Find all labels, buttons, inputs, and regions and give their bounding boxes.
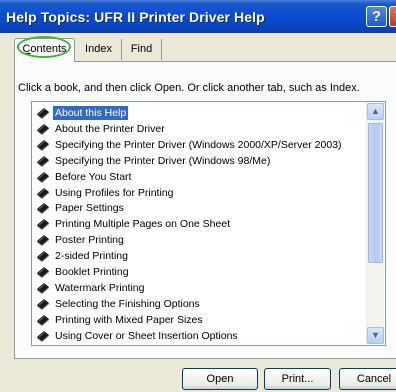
close-button[interactable]: ✕: [389, 6, 396, 27]
tree-item-label: Printing with Mixed Paper Sizes: [55, 313, 203, 326]
closed-book-icon: [36, 138, 50, 152]
tree-item[interactable]: 2-sided Printing: [36, 248, 130, 264]
tree-item-label: Booklet Printing: [55, 266, 129, 278]
instruction-text: Click a book, and then click Open. Or cl…: [18, 82, 360, 94]
tab-find[interactable]: Find: [122, 39, 162, 60]
closed-book-icon: [36, 265, 50, 279]
tree-item-label: Selecting the Finishing Options: [55, 297, 200, 310]
window-title: Help Topics: UFR II Printer Driver Help: [6, 9, 265, 25]
closed-book-icon: [36, 170, 50, 184]
closed-book-icon: [36, 329, 50, 343]
closed-book-icon: [36, 154, 50, 168]
tree-item[interactable]: Paper Settings: [36, 200, 126, 216]
tree-item-label: Poster Printing: [55, 234, 124, 247]
closed-book-icon: [36, 201, 50, 215]
cancel-button[interactable]: Cancel: [339, 368, 396, 390]
closed-book-icon: [36, 281, 50, 295]
tree-item-label: Before You Start: [55, 170, 132, 183]
tree-item[interactable]: About this Help: [36, 105, 130, 121]
tree-item[interactable]: Using Cover or Sheet Insertion Options: [36, 328, 240, 344]
tree-item[interactable]: Using Profiles for Printing: [36, 185, 175, 201]
scroll-down-arrow[interactable]: ▼: [367, 327, 384, 344]
tree-item-label: Specifying the Printer Driver (Windows 9…: [55, 154, 271, 167]
tree-item[interactable]: Printing with Mixed Paper Sizes: [36, 312, 205, 328]
title-bar[interactable]: Help Topics: UFR II Printer Driver Help …: [0, 0, 396, 33]
tree-item-label: About this Help: [51, 105, 130, 121]
tree-item-label: About the Printer Driver: [55, 122, 165, 135]
vertical-scrollbar[interactable]: ▲ ▼: [366, 103, 384, 344]
closed-book-icon: [36, 106, 50, 120]
scroll-thumb[interactable]: [368, 123, 383, 263]
tree-item-label: Paper Settings: [55, 202, 124, 215]
tree-item-label: Using Profiles for Printing: [55, 186, 174, 199]
tree-item[interactable]: Specifying the Printer Driver (Windows 9…: [36, 153, 272, 169]
tree-item[interactable]: Before You Start: [36, 169, 133, 185]
tree-item[interactable]: Selecting the Finishing Options: [36, 296, 202, 312]
tree-item[interactable]: Specifying the Printer Driver (Windows 2…: [36, 137, 344, 153]
open-button[interactable]: Open: [182, 368, 258, 390]
tree-item-label: Using Cover or Sheet Insertion Options: [55, 329, 238, 342]
help-button[interactable]: ?: [366, 6, 387, 27]
tab-index[interactable]: Index: [76, 39, 122, 60]
tree-item[interactable]: Printing Multiple Pages on One Sheet: [36, 216, 232, 232]
print-button[interactable]: Print...: [264, 368, 331, 390]
tree-item[interactable]: Booklet Printing: [36, 264, 131, 280]
closed-book-icon: [36, 233, 50, 247]
help-topics-window: Help Topics: UFR II Printer Driver Help …: [0, 0, 396, 392]
highlight-oval: [17, 36, 71, 58]
tree-item-label: Watermark Printing: [55, 281, 145, 294]
tree-item-label: Printing Multiple Pages on One Sheet: [55, 218, 231, 231]
closed-book-icon: [36, 122, 50, 136]
tree-item-label: Specifying the Printer Driver (Windows 2…: [55, 138, 342, 151]
tree-item[interactable]: Watermark Printing: [36, 280, 146, 296]
closed-book-icon: [36, 313, 50, 327]
closed-book-icon: [36, 249, 50, 263]
closed-book-icon: [36, 217, 50, 231]
tree-item-label: 2-sided Printing: [55, 250, 128, 263]
contents-tree[interactable]: About this Help About the Printer Driver S…: [31, 101, 386, 346]
tree-item[interactable]: Poster Printing: [36, 232, 126, 248]
closed-book-icon: [36, 186, 50, 200]
scroll-up-arrow[interactable]: ▲: [367, 103, 384, 120]
closed-book-icon: [36, 297, 50, 311]
tree-item[interactable]: About the Printer Driver: [36, 121, 167, 137]
